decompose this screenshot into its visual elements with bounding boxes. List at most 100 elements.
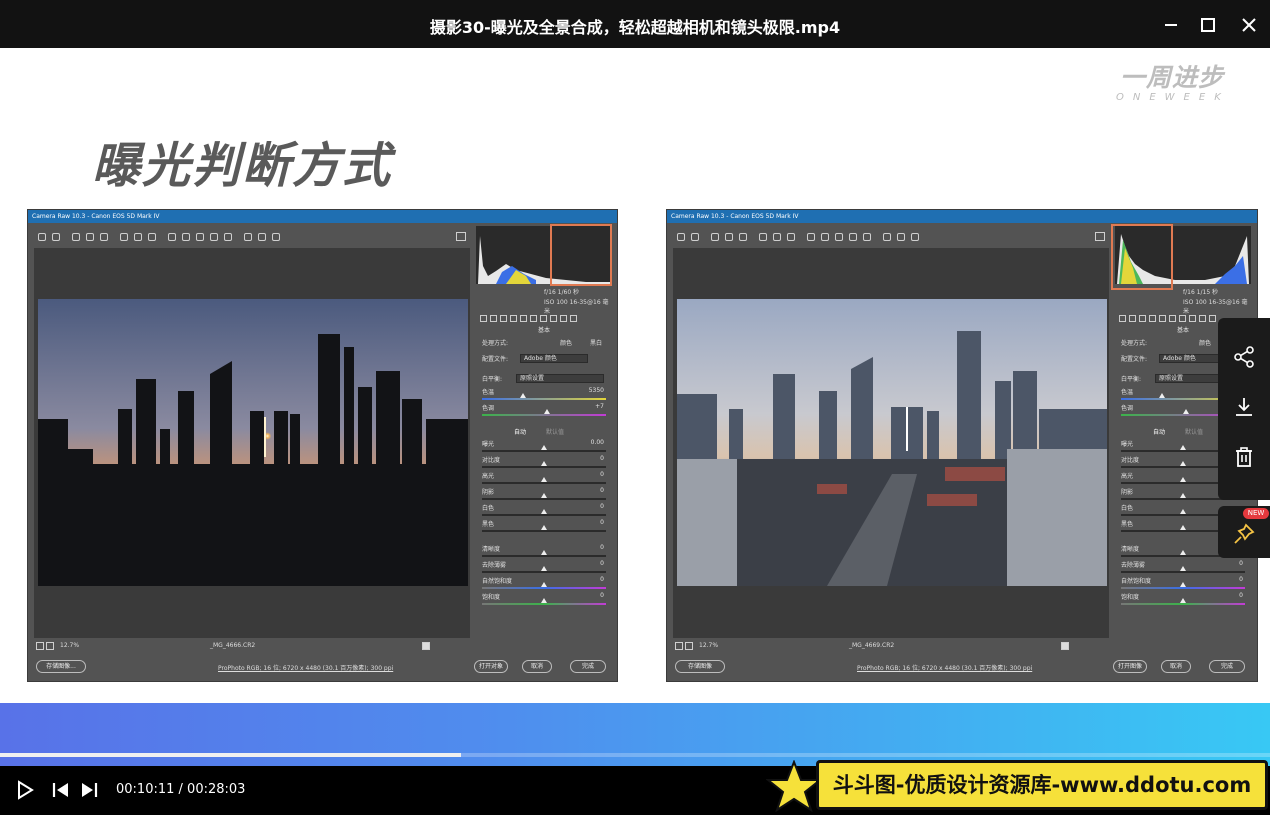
highlights-slider-thumb[interactable] bbox=[1180, 477, 1186, 482]
saturation-value[interactable]: 0 bbox=[1239, 592, 1243, 599]
process-color-radio[interactable]: 颜色 bbox=[1199, 338, 1211, 347]
vibrance-slider-thumb[interactable] bbox=[1180, 582, 1186, 587]
close-icon[interactable] bbox=[1238, 14, 1260, 36]
exposure-slider[interactable] bbox=[482, 450, 606, 452]
workflow-options-link[interactable]: ProPhoto RGB; 16 位; 6720 x 4480 (30.1 百万… bbox=[857, 663, 1057, 672]
previous-icon[interactable] bbox=[50, 780, 72, 800]
vibrance-slider[interactable] bbox=[1121, 587, 1245, 589]
process-bw-radio[interactable]: 黑白 bbox=[590, 338, 602, 347]
profile-select[interactable]: Adobe 颜色 bbox=[1159, 354, 1227, 363]
default-button[interactable]: 默认值 bbox=[1185, 427, 1203, 436]
tab-curve-icon[interactable] bbox=[1129, 315, 1136, 322]
zoom-out-icon[interactable] bbox=[36, 642, 44, 650]
maximize-icon[interactable] bbox=[1197, 14, 1219, 36]
tab-hsl-icon[interactable] bbox=[510, 315, 517, 322]
auto-button[interactable]: 自动 bbox=[1153, 427, 1165, 436]
dehaze-value[interactable]: 0 bbox=[600, 560, 604, 567]
auto-button[interactable]: 自动 bbox=[514, 427, 526, 436]
tab-snapshots-icon[interactable] bbox=[570, 315, 577, 322]
whites-value[interactable]: 0 bbox=[600, 503, 604, 510]
tint-slider-thumb[interactable] bbox=[544, 409, 550, 414]
whites-slider[interactable] bbox=[482, 514, 606, 516]
shadows-value[interactable]: 0 bbox=[600, 487, 604, 494]
open-object-button[interactable]: 打开对象 bbox=[474, 660, 508, 673]
saturation-slider[interactable] bbox=[482, 603, 606, 605]
process-color-radio[interactable]: 颜色 bbox=[560, 338, 572, 347]
tab-presets-icon[interactable] bbox=[560, 315, 567, 322]
compare-view-icon[interactable] bbox=[1061, 642, 1069, 650]
zoom-level[interactable]: 12.7% bbox=[699, 642, 718, 649]
exposure-slider-thumb[interactable] bbox=[1180, 445, 1186, 450]
download-icon[interactable] bbox=[1232, 395, 1256, 419]
default-button[interactable]: 默认值 bbox=[546, 427, 564, 436]
tab-presets-icon[interactable] bbox=[1199, 315, 1206, 322]
blacks-slider-thumb[interactable] bbox=[541, 525, 547, 530]
save-image-button[interactable]: 存储图像 bbox=[675, 660, 725, 673]
wb-select[interactable]: 原照设置 bbox=[516, 374, 604, 383]
done-button[interactable]: 完成 bbox=[1209, 660, 1245, 673]
vibrance-value[interactable]: 0 bbox=[600, 576, 604, 583]
exposure-slider-thumb[interactable] bbox=[541, 445, 547, 450]
clarity-slider-thumb[interactable] bbox=[1180, 550, 1186, 555]
shadows-slider[interactable] bbox=[482, 498, 606, 500]
clarity-slider-thumb[interactable] bbox=[541, 550, 547, 555]
highlights-slider-thumb[interactable] bbox=[541, 477, 547, 482]
contrast-slider-thumb[interactable] bbox=[1180, 461, 1186, 466]
whites-slider-thumb[interactable] bbox=[1180, 509, 1186, 514]
vibrance-value[interactable]: 0 bbox=[1239, 576, 1243, 583]
temp-value[interactable]: 5350 bbox=[589, 387, 604, 394]
tint-value[interactable]: +7 bbox=[595, 403, 604, 410]
tab-snapshots-icon[interactable] bbox=[1209, 315, 1216, 322]
tab-fx-icon[interactable] bbox=[1179, 315, 1186, 322]
compare-view-icon[interactable] bbox=[422, 642, 430, 650]
tint-slider-thumb[interactable] bbox=[1183, 409, 1189, 414]
contrast-slider-thumb[interactable] bbox=[541, 461, 547, 466]
vibrance-slider[interactable] bbox=[482, 587, 606, 589]
cancel-button[interactable]: 取消 bbox=[1161, 660, 1191, 673]
workflow-options-link[interactable]: ProPhoto RGB; 16 位; 6720 x 4480 (30.1 百万… bbox=[218, 663, 418, 672]
clarity-slider[interactable] bbox=[482, 555, 606, 557]
saturation-slider[interactable] bbox=[1121, 603, 1245, 605]
tab-lens-icon[interactable] bbox=[530, 315, 537, 322]
tab-calibration-icon[interactable] bbox=[1189, 315, 1196, 322]
temp-slider-thumb[interactable] bbox=[520, 393, 526, 398]
shadows-slider-thumb[interactable] bbox=[541, 493, 547, 498]
next-icon[interactable] bbox=[78, 780, 100, 800]
tint-slider[interactable] bbox=[482, 414, 606, 416]
pin-icon[interactable] bbox=[1232, 522, 1256, 546]
dehaze-slider-thumb[interactable] bbox=[541, 566, 547, 571]
zoom-in-icon[interactable] bbox=[46, 642, 54, 650]
tab-split-icon[interactable] bbox=[520, 315, 527, 322]
minimize-icon[interactable] bbox=[1160, 14, 1182, 36]
dehaze-slider-thumb[interactable] bbox=[1180, 566, 1186, 571]
tab-detail-icon[interactable] bbox=[500, 315, 507, 322]
open-image-button[interactable]: 打开图像 bbox=[1113, 660, 1147, 673]
profile-select[interactable]: Adobe 颜色 bbox=[520, 354, 588, 363]
temp-slider[interactable] bbox=[482, 398, 606, 400]
saturation-slider-thumb[interactable] bbox=[1180, 598, 1186, 603]
blacks-slider-thumb[interactable] bbox=[1180, 525, 1186, 530]
share-icon[interactable] bbox=[1232, 345, 1256, 369]
tab-detail-icon[interactable] bbox=[1139, 315, 1146, 322]
shadows-slider-thumb[interactable] bbox=[1180, 493, 1186, 498]
highlights-slider[interactable] bbox=[482, 482, 606, 484]
dehaze-slider[interactable] bbox=[1121, 571, 1245, 573]
zoom-out-icon[interactable] bbox=[675, 642, 683, 650]
tab-basic-icon[interactable] bbox=[480, 315, 487, 322]
whites-slider-thumb[interactable] bbox=[541, 509, 547, 514]
saturation-value[interactable]: 0 bbox=[600, 592, 604, 599]
progress-played[interactable] bbox=[0, 753, 461, 757]
contrast-value[interactable]: 0 bbox=[600, 455, 604, 462]
tab-basic-icon[interactable] bbox=[1119, 315, 1126, 322]
blacks-slider[interactable] bbox=[482, 530, 606, 532]
save-image-button[interactable]: 存储图像... bbox=[36, 660, 86, 673]
contrast-slider[interactable] bbox=[482, 466, 606, 468]
exposure-value[interactable]: 0.00 bbox=[591, 439, 604, 446]
saturation-slider-thumb[interactable] bbox=[541, 598, 547, 603]
tab-hsl-icon[interactable] bbox=[1149, 315, 1156, 322]
vibrance-slider-thumb[interactable] bbox=[541, 582, 547, 587]
dehaze-slider[interactable] bbox=[482, 571, 606, 573]
play-icon[interactable] bbox=[14, 780, 36, 800]
highlights-value[interactable]: 0 bbox=[600, 471, 604, 478]
tab-fx-icon[interactable] bbox=[540, 315, 547, 322]
